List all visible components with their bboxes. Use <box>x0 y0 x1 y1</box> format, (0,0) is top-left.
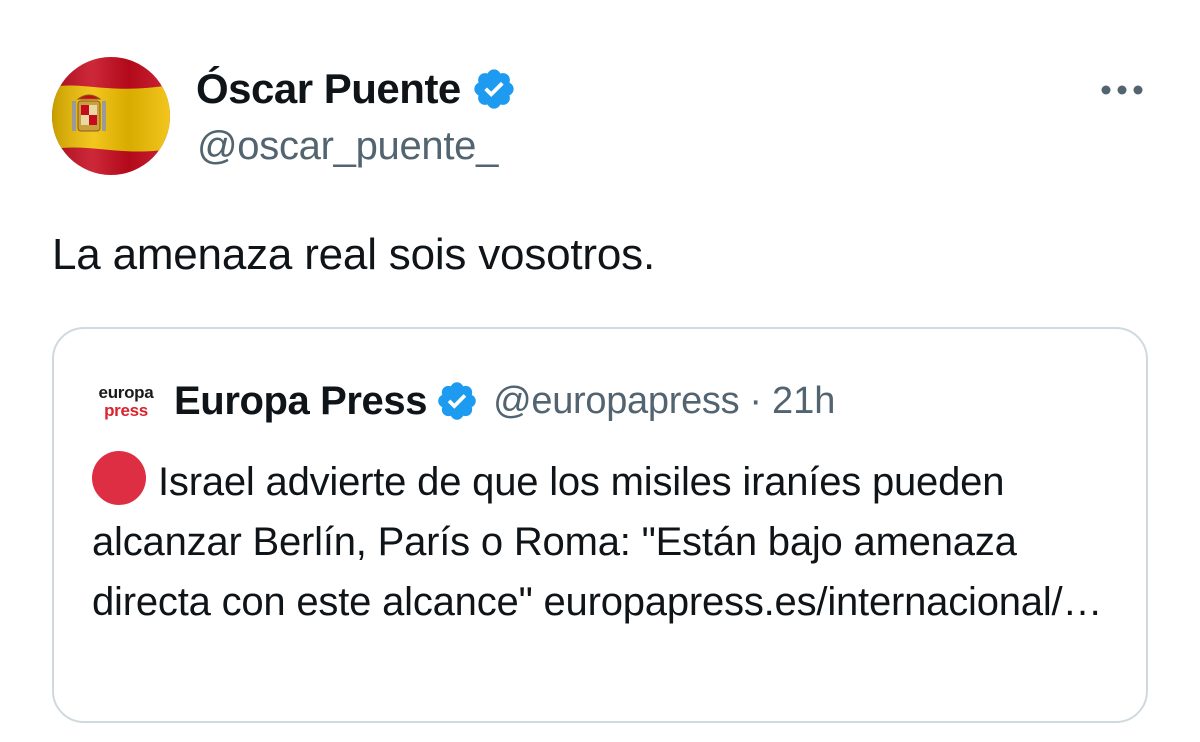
quoted-tweet-card[interactable]: europa press Europa Press @europapress ·… <box>52 327 1148 723</box>
logo-line-europa: europa <box>98 382 154 402</box>
header-separator: · <box>749 379 762 422</box>
more-dots-icon <box>1101 85 1143 95</box>
author-handle[interactable]: @oscar_puente_ <box>197 124 498 169</box>
quoted-author-handle[interactable]: @europapress <box>493 380 740 423</box>
author-display-name[interactable]: Óscar Puente <box>196 65 461 113</box>
red-circle-icon <box>92 451 146 505</box>
verified-badge-icon[interactable] <box>471 66 517 112</box>
tweet-text: La amenaza real sois vosotros. <box>52 230 655 279</box>
author-name-row: Óscar Puente <box>196 62 517 116</box>
quoted-tweet-text: Israel advierte de que los misiles iraní… <box>92 460 1103 624</box>
quoted-tweet-text-block: Israel advierte de que los misiles iraní… <box>92 451 1122 632</box>
quoted-author-name[interactable]: Europa Press <box>174 379 427 424</box>
quoted-tweet-timestamp[interactable]: 21h <box>772 380 835 423</box>
europa-press-logo[interactable]: europa press <box>92 381 160 421</box>
spain-flag-avatar-icon <box>52 57 170 175</box>
more-options-button[interactable] <box>1090 70 1154 110</box>
tweet-card: Óscar Puente @oscar_puente_ La amenaza r… <box>0 0 1200 742</box>
avatar[interactable] <box>52 57 170 175</box>
quoted-tweet-header: europa press Europa Press @europapress ·… <box>92 373 836 429</box>
quoted-verified-badge-icon <box>435 379 479 423</box>
logo-line-press: press <box>104 400 148 420</box>
